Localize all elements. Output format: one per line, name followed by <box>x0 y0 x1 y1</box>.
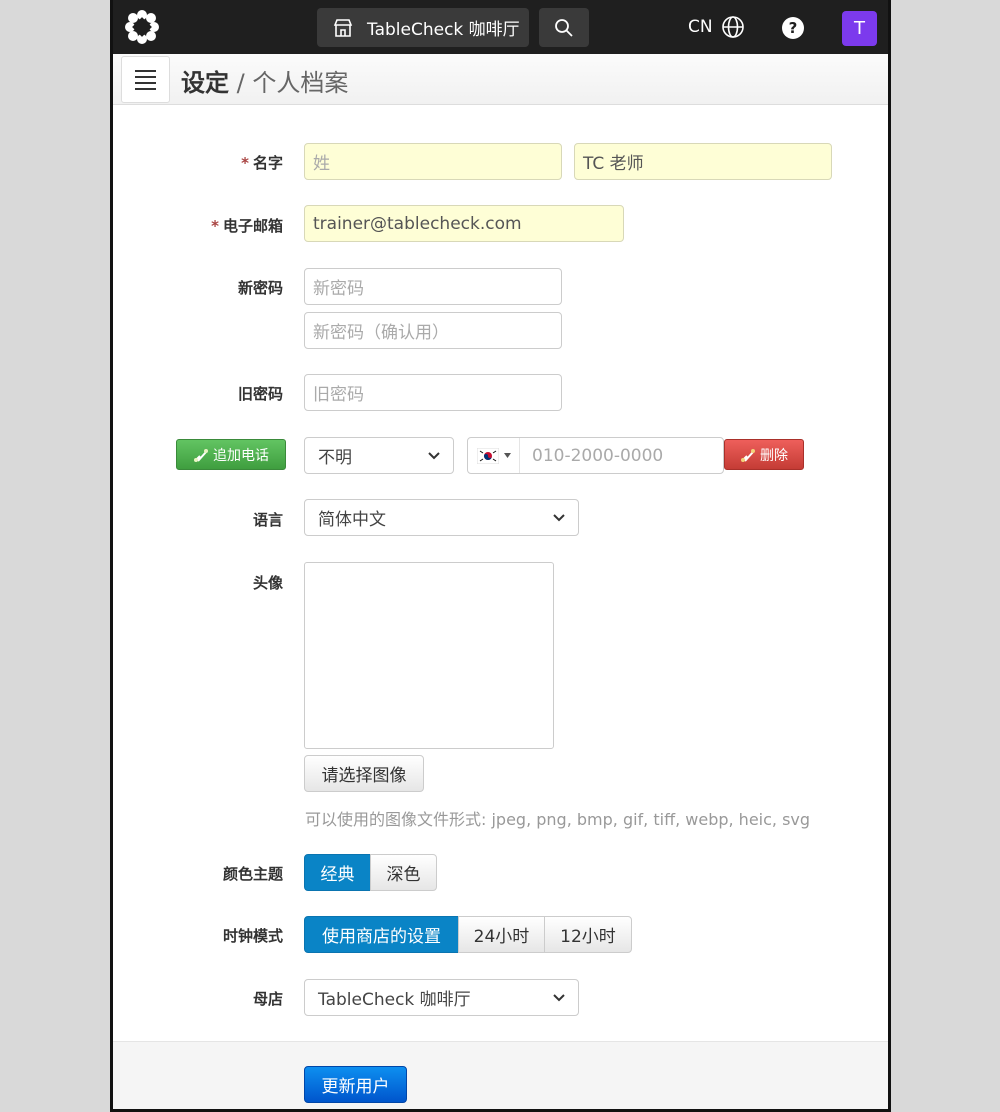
email-label: * 电子邮箱 <box>211 217 283 235</box>
theme-toggle: 经典 深色 <box>304 854 437 891</box>
korea-flag-icon <box>476 447 499 464</box>
storefront-icon <box>333 18 353 37</box>
required-marker: * <box>211 217 219 235</box>
phone-type-select[interactable]: 不明 <box>304 437 454 474</box>
clock-label: 时钟模式 <box>222 927 283 945</box>
language-select[interactable]: 简体中文 <box>304 499 579 536</box>
last-name-field[interactable]: 姓 <box>304 143 562 180</box>
old-password-field[interactable]: 旧密码 <box>304 374 562 411</box>
new-password-field[interactable]: 新密码 <box>304 268 562 305</box>
phone-number-field[interactable]: 010-2000-0000 <box>532 446 663 466</box>
home-store-select[interactable]: TableCheck 咖啡厅 <box>304 979 579 1016</box>
confirm-password-placeholder: 新密码（确认用） <box>313 323 449 343</box>
delete-phone-button[interactable]: 删除 <box>724 439 804 470</box>
sidebar-toggle-button[interactable] <box>121 56 170 103</box>
theme-option-classic[interactable]: 经典 <box>304 854 371 891</box>
choose-image-button[interactable]: 请选择图像 <box>304 755 424 792</box>
add-phone-button[interactable]: 追加电话 <box>176 439 286 470</box>
confirm-password-field[interactable]: 新密码（确认用） <box>304 312 562 349</box>
avatar-letter: T <box>854 18 865 39</box>
app-window: TableCheck 咖啡厅 CN ? T 设定 / 个人档案 * 名字 姓 T… <box>110 0 891 1112</box>
home-store-label: 母店 <box>252 990 283 1008</box>
image-format-hint: 可以使用的图像文件形式: jpeg, png, bmp, gif, tiff, … <box>305 810 811 829</box>
theme-label: 颜色主题 <box>222 865 283 883</box>
breadcrumb-section[interactable]: 设定 <box>181 69 229 97</box>
required-marker: * <box>241 154 249 172</box>
form-footer <box>113 1041 888 1109</box>
hamburger-icon <box>135 69 156 72</box>
email-value: trainer@tablecheck.com <box>313 213 522 234</box>
delete-label: 删除 <box>760 447 788 464</box>
avatar-label: 头像 <box>252 574 283 592</box>
new-password-placeholder: 新密码 <box>313 279 364 299</box>
venue-switcher-button[interactable]: TableCheck 咖啡厅 <box>317 8 529 47</box>
update-user-button[interactable]: 更新用户 <box>304 1066 407 1103</box>
phone-type-value: 不明 <box>318 448 352 468</box>
globe-icon <box>721 16 744 38</box>
clock-option-store[interactable]: 使用商店的设置 <box>304 916 459 953</box>
theme-option-dark[interactable]: 深色 <box>370 854 437 891</box>
language-code: CN <box>688 17 713 37</box>
help-icon[interactable]: ? <box>781 16 805 40</box>
phone-delete-icon <box>741 448 755 462</box>
choose-image-label: 请选择图像 <box>321 766 407 786</box>
search-icon <box>555 18 573 37</box>
breadcrumb-current: 个人档案 <box>252 69 349 97</box>
chevron-down-icon <box>553 993 565 1001</box>
caret-down-icon <box>503 453 511 458</box>
language-switcher[interactable]: CN <box>688 15 745 39</box>
chevron-down-icon <box>553 513 565 521</box>
clock-option-12h[interactable]: 12小时 <box>544 916 632 953</box>
phone-icon <box>194 448 208 462</box>
venue-name: TableCheck 咖啡厅 <box>367 20 520 40</box>
home-store-value: TableCheck 咖啡厅 <box>318 990 471 1010</box>
breadcrumb: 设定 / 个人档案 <box>181 63 348 98</box>
country-code-dropdown[interactable] <box>468 438 520 473</box>
search-button[interactable] <box>539 8 589 47</box>
language-label: 语言 <box>252 511 283 529</box>
first-name-value: TC 老师 <box>583 154 644 174</box>
old-password-placeholder: 旧密码 <box>313 385 364 405</box>
add-phone-label: 追加电话 <box>213 447 269 464</box>
avatar-preview <box>304 562 554 749</box>
update-user-label: 更新用户 <box>321 1077 390 1097</box>
clock-toggle: 使用商店的设置 24小时 12小时 <box>304 916 632 953</box>
email-field[interactable]: trainer@tablecheck.com <box>304 205 624 242</box>
old-password-label: 旧密码 <box>237 385 283 403</box>
svg-text:?: ? <box>789 19 798 37</box>
last-name-placeholder: 姓 <box>313 154 330 174</box>
chevron-down-icon <box>428 451 440 459</box>
tablecheck-logo-icon[interactable] <box>125 10 159 44</box>
name-label: * 名字 <box>241 154 283 172</box>
user-avatar[interactable]: T <box>842 11 877 46</box>
language-value: 简体中文 <box>318 510 386 530</box>
first-name-field[interactable]: TC 老师 <box>574 143 832 180</box>
phone-input-group: 010-2000-0000 <box>467 437 724 474</box>
new-password-label: 新密码 <box>237 279 283 297</box>
top-navbar: TableCheck 咖啡厅 CN ? T <box>113 0 888 54</box>
page-header: 设定 / 个人档案 <box>113 54 888 105</box>
clock-option-24h[interactable]: 24小时 <box>458 916 545 953</box>
breadcrumb-separator: / <box>229 69 253 97</box>
